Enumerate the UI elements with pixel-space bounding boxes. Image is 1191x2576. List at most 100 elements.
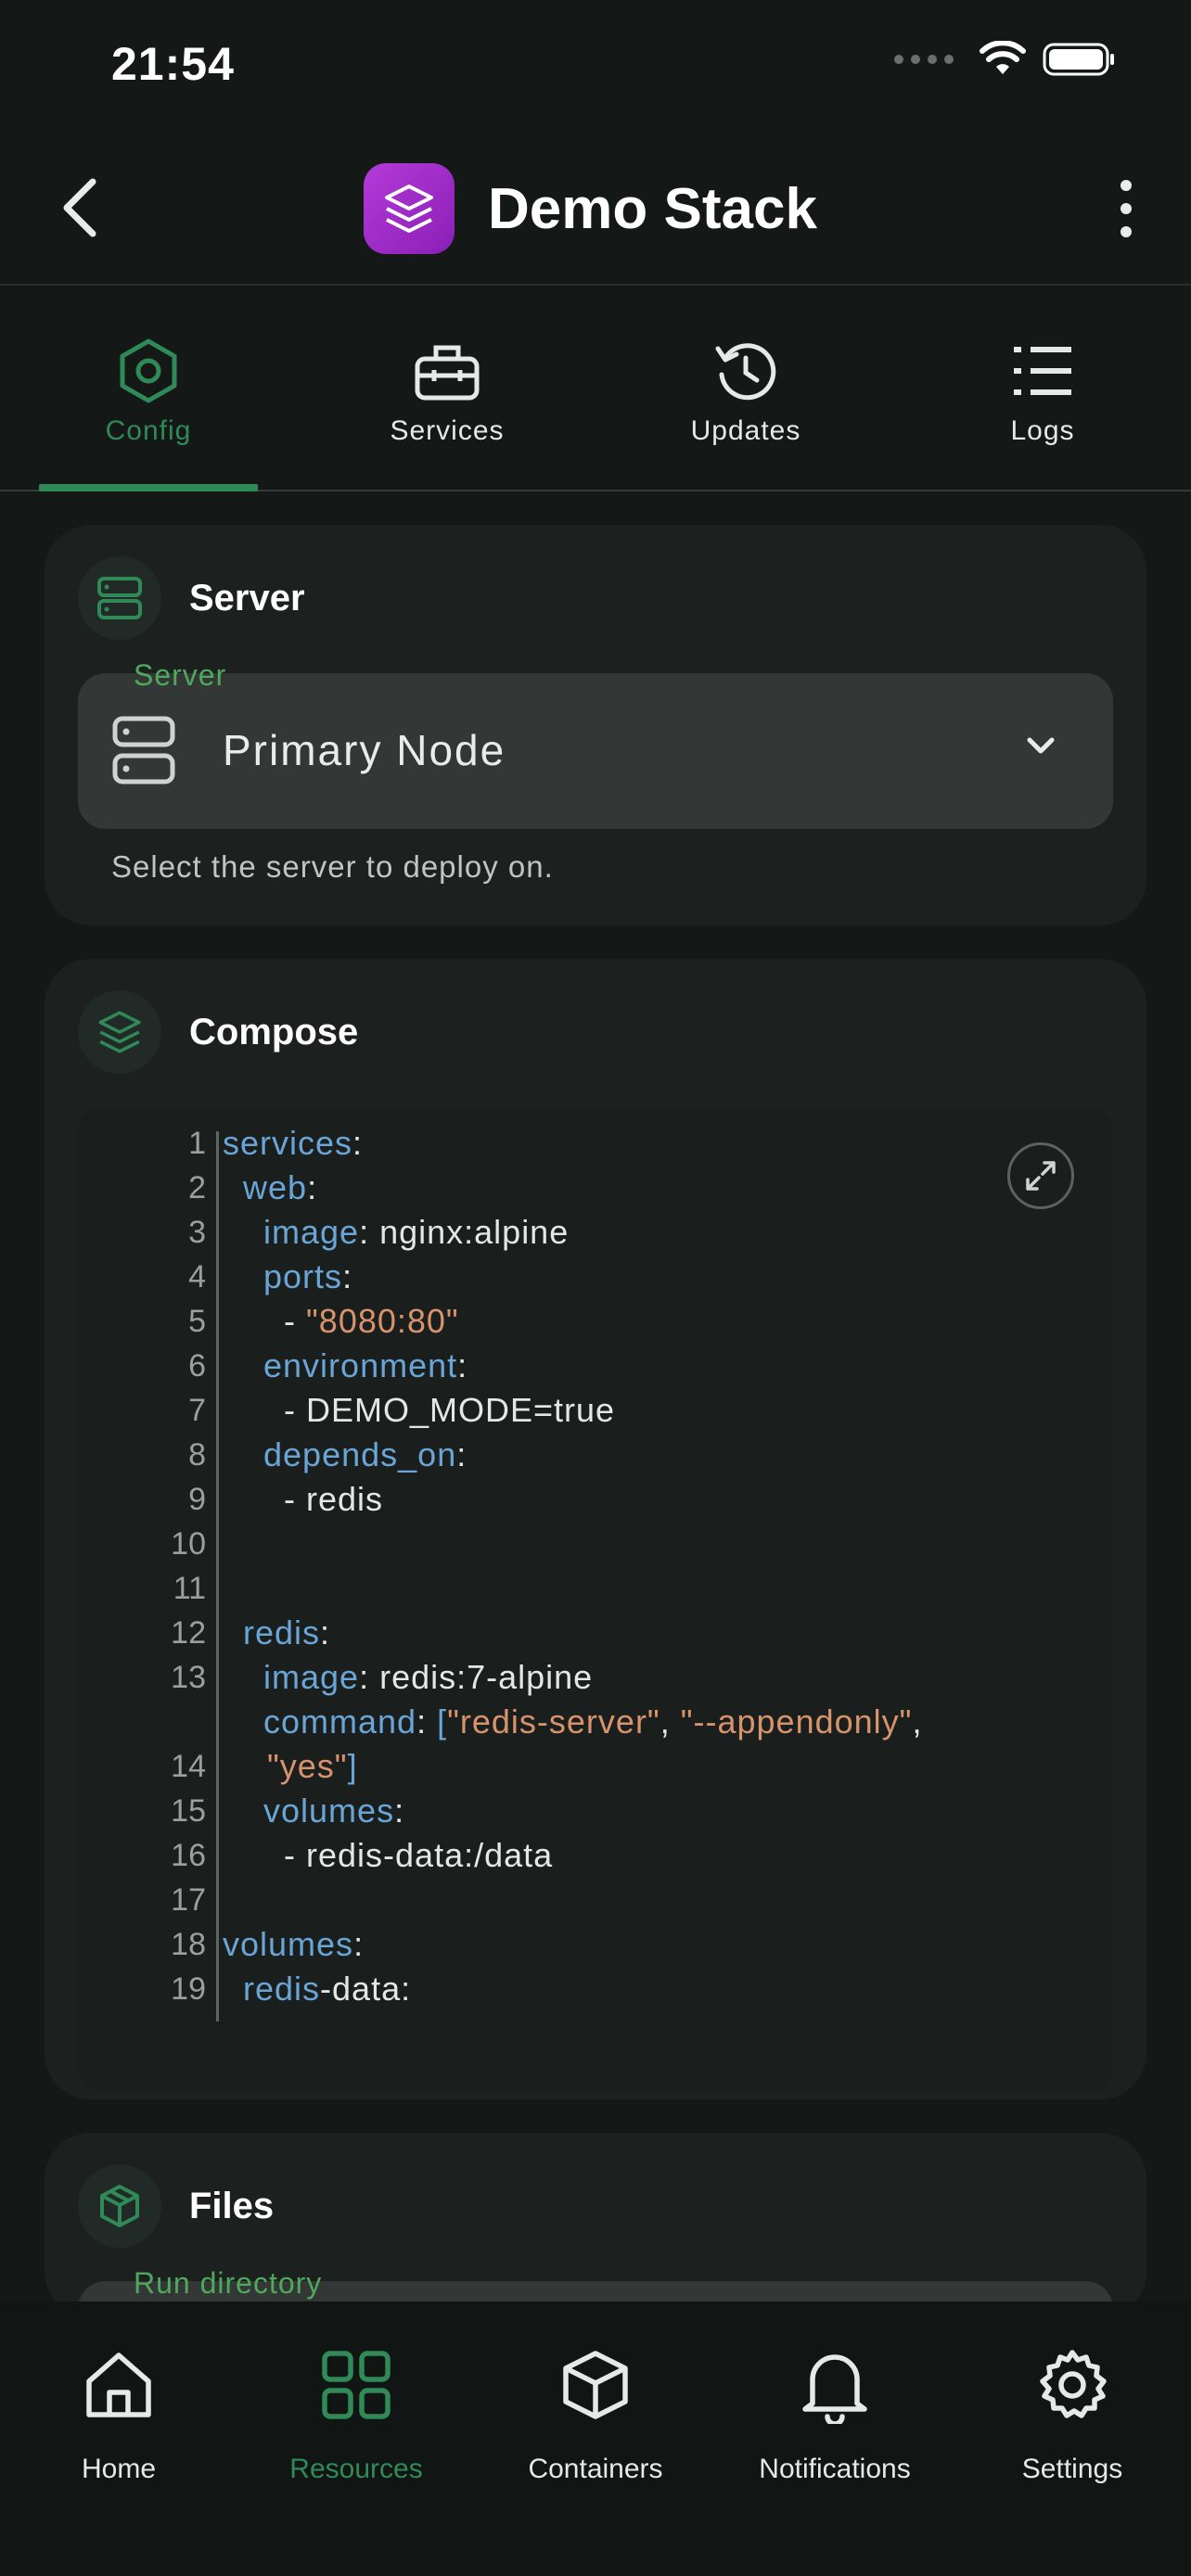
home-icon — [86, 2353, 151, 2417]
code-punct: : — [457, 1346, 468, 1384]
tab-services-label: Services — [390, 415, 505, 446]
server-icon — [112, 716, 175, 784]
code-punct: : — [320, 1613, 331, 1651]
chevron-down-icon — [1027, 737, 1055, 754]
code-string: "--appendonly" — [680, 1702, 913, 1741]
server-field-label: Server — [134, 658, 227, 692]
code-value: - redis — [223, 1480, 384, 1518]
server-card-header: Server — [78, 556, 305, 640]
code-bracket: ] — [347, 1747, 358, 1785]
line-number: 2 — [188, 1170, 206, 1205]
line-number: 13 — [171, 1660, 206, 1695]
nav-notifications-label: Notifications — [759, 2454, 911, 2484]
code-line: services: — [223, 1124, 363, 1163]
code-punct: : — [342, 1257, 353, 1295]
more-vert-icon[interactable] — [1108, 176, 1145, 241]
code-line: - DEMO_MODE=true — [223, 1391, 615, 1430]
code-line: web: — [223, 1168, 317, 1207]
line-number: 3 — [188, 1215, 206, 1250]
tab-updates[interactable]: Updates — [634, 334, 857, 482]
line-number: 7 — [188, 1393, 206, 1428]
code-line: - redis-data:/data — [223, 1836, 553, 1875]
code-line: command: ["redis-server", "--appendonly"… — [223, 1702, 922, 1741]
box-icon — [563, 2351, 628, 2419]
code-bracket: [ — [437, 1702, 448, 1741]
code-value: - redis-data:/data — [223, 1836, 554, 1874]
compose-card-header: Compose — [78, 990, 358, 1074]
expand-editor-button[interactable] — [1007, 1142, 1074, 1209]
code-punct: , — [660, 1702, 681, 1741]
files-card-title: Files — [189, 2185, 275, 2226]
tab-logs[interactable]: Logs — [931, 334, 1154, 482]
back-arrow-icon[interactable] — [52, 172, 108, 243]
package-icon — [100, 2185, 139, 2227]
title-group: Demo Stack — [364, 163, 817, 254]
code-line: - redis — [223, 1480, 383, 1519]
code-punct: : — [394, 1792, 405, 1830]
hexagon-settings-icon — [120, 338, 177, 403]
nav-resources-label: Resources — [289, 2454, 423, 2484]
code-key: web — [243, 1168, 308, 1206]
tab-config[interactable]: Config — [37, 334, 260, 482]
code-line-wrap: "yes"] — [267, 1747, 358, 1786]
code-value: - DEMO_MODE=true — [223, 1391, 616, 1429]
tab-indicator — [39, 484, 258, 491]
code-line: volumes: — [223, 1792, 404, 1830]
nav-settings[interactable]: Settings — [961, 2329, 1184, 2485]
line-number: 15 — [171, 1793, 206, 1829]
nav-containers[interactable]: Containers — [484, 2329, 707, 2485]
code-line: image: nginx:alpine — [223, 1213, 569, 1252]
line-number: 10 — [171, 1526, 206, 1562]
code-key: volumes — [223, 1925, 354, 1963]
signal-dots-icon — [894, 55, 954, 64]
line-number: 5 — [188, 1304, 206, 1339]
code-value: : nginx:alpine — [359, 1213, 570, 1251]
nav-home[interactable]: Home — [7, 2329, 230, 2485]
tab-services[interactable]: Services — [336, 334, 558, 482]
bell-icon — [802, 2354, 867, 2424]
line-number: 8 — [188, 1437, 206, 1473]
top-app-bar: Demo Stack — [0, 130, 1191, 286]
files-card-icon — [78, 2164, 161, 2248]
bottom-navigation: Home Resources Containers Notifications … — [0, 2302, 1191, 2576]
toolbox-icon — [415, 345, 480, 401]
code-string: "yes" — [267, 1747, 348, 1785]
nav-notifications[interactable]: Notifications — [724, 2329, 946, 2485]
files-card: Files Run directory — [45, 2133, 1146, 2337]
expand-icon — [1026, 1161, 1056, 1191]
code-line: depends_on: — [223, 1435, 467, 1474]
code-key: image — [263, 1213, 360, 1251]
app-screen: 21:54 Demo Stack Config Services Updates… — [0, 0, 1191, 2576]
line-number: 12 — [171, 1615, 206, 1651]
grid-icon — [322, 2351, 391, 2419]
code-value: : redis:7-alpine — [359, 1658, 594, 1696]
server-select[interactable]: Primary Node — [78, 673, 1113, 829]
line-number: 11 — [173, 1571, 206, 1606]
files-card-header: Files — [78, 2164, 274, 2248]
code-line: - "8080:80" — [223, 1302, 459, 1341]
code-line: redis-data: — [223, 1970, 411, 2009]
compose-code-editor[interactable]: 1 2 3 4 5 6 7 8 9 10 11 12 13 14 15 16 1… — [78, 1107, 1113, 2092]
battery-icon — [1043, 43, 1114, 76]
status-icons — [894, 41, 1117, 78]
nav-resources[interactable]: Resources — [245, 2329, 467, 2485]
line-number: 14 — [171, 1749, 206, 1784]
code-key: environment — [263, 1346, 458, 1384]
code-line: redis: — [223, 1613, 330, 1652]
gear-icon — [1040, 2350, 1107, 2418]
layers-icon — [98, 1011, 141, 1053]
code-punct: : — [416, 1702, 438, 1741]
line-number: 16 — [171, 1838, 206, 1873]
line-number: 4 — [188, 1259, 206, 1294]
code-key: image — [263, 1658, 360, 1696]
layers-icon — [385, 185, 433, 233]
code-punct: : — [353, 1925, 365, 1963]
line-number: 19 — [171, 1971, 206, 2007]
code-key: ports — [263, 1257, 343, 1295]
server-card-icon — [78, 556, 161, 640]
